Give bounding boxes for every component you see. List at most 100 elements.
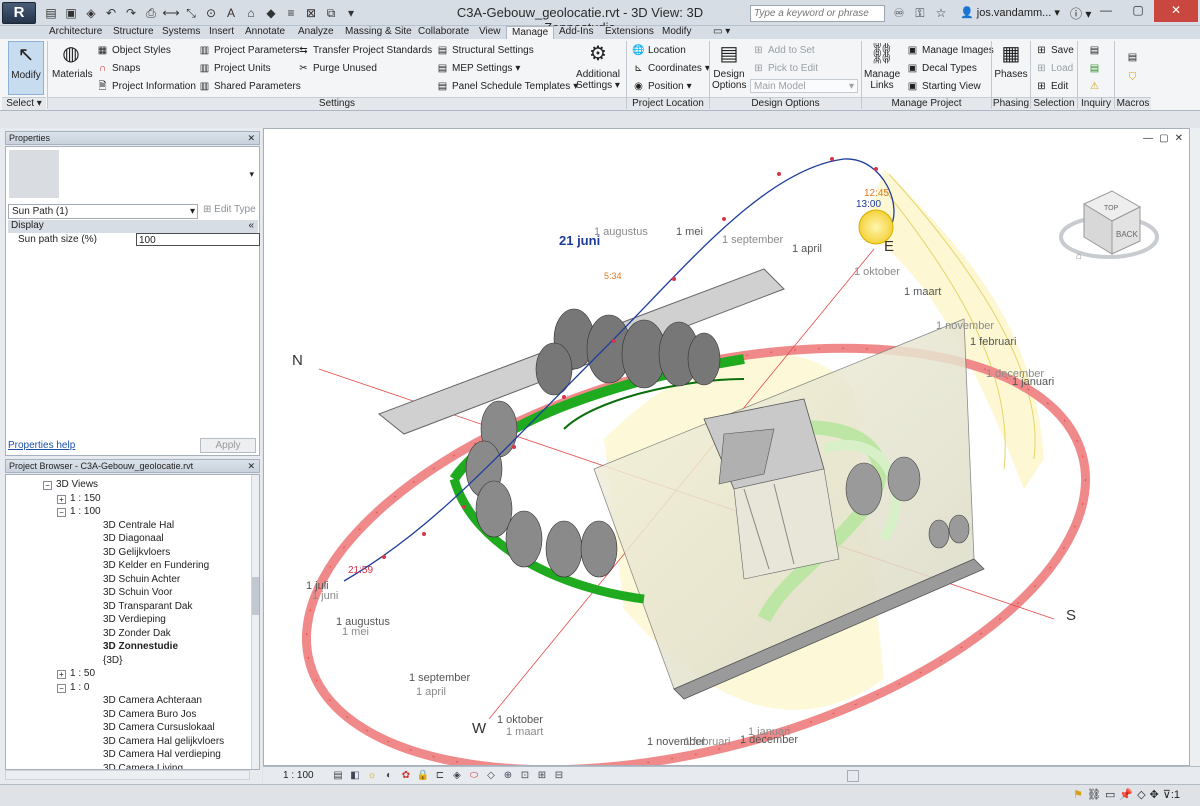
browser-tree-item[interactable]: 3D Views (56, 479, 98, 491)
project-information-button[interactable]: 🗎 Project Information (96, 80, 195, 93)
warnings-icon[interactable]: ▤ (1088, 62, 1101, 75)
chevron-down-icon[interactable]: ▾ (249, 169, 254, 180)
shadows-icon[interactable]: ◐ (382, 769, 396, 783)
analytical-model-icon[interactable]: ⊕ (501, 769, 515, 783)
measure-icon[interactable]: ⟷ (162, 4, 180, 22)
sun-path-size-input[interactable]: 100 (136, 233, 260, 246)
tab-structure[interactable]: Structure (108, 26, 159, 39)
minimize-button[interactable]: — (1090, 0, 1122, 22)
filter-icon[interactable]: ⊽:1 (1163, 788, 1180, 801)
browser-tree-item[interactable]: 3D Camera Cursuslokaal (103, 722, 215, 734)
undo-icon[interactable]: ↶ (102, 4, 120, 22)
browser-tree-item[interactable]: 3D Camera Living (103, 763, 183, 770)
tab-annotate[interactable]: Annotate (240, 26, 290, 39)
properties-help-link[interactable]: Properties help (8, 440, 75, 451)
browser-tree-item[interactable]: 3D Centrale Hal (103, 520, 174, 532)
category-display[interactable]: Display « (8, 220, 258, 233)
section-icon[interactable]: ◆ (262, 4, 280, 22)
select-links-icon[interactable]: ⛓ (1087, 788, 1101, 801)
browser-tree-item[interactable]: 1 : 0 (70, 682, 89, 694)
collapse-toggle-icon[interactable]: − (43, 481, 52, 490)
phases-button[interactable]: ▦ Phases (994, 41, 1028, 80)
tab-architecture[interactable]: Architecture (44, 26, 107, 39)
close-icon[interactable]: ✕ (247, 132, 255, 144)
close-icon[interactable]: ✕ (247, 460, 255, 472)
drag-elements-icon[interactable]: ✥ (1150, 788, 1159, 801)
select-pinned-icon[interactable]: 📌 (1119, 788, 1133, 801)
redo-icon[interactable]: ↷ (122, 4, 140, 22)
user-account[interactable]: 👤 jos.vandamm... ▾ (960, 6, 1060, 19)
decal-types-button[interactable]: ▣ Decal Types (906, 62, 977, 75)
application-menu-button[interactable]: R (2, 2, 36, 24)
browser-tree-item[interactable]: 3D Kelder en Fundering (103, 560, 209, 572)
browser-tree-item[interactable]: 3D Verdieping (103, 614, 166, 626)
switch-windows-icon[interactable]: ⧉ (322, 4, 340, 22)
close-hidden-icon[interactable]: ⊠ (302, 4, 320, 22)
modify-button[interactable]: ↖ Modify (8, 41, 44, 95)
scrollbar-thumb[interactable] (252, 577, 259, 615)
view-cube[interactable]: TOP BACK ⌂ (1059, 190, 1159, 262)
viewport-close-icon[interactable]: ✕ (1175, 133, 1183, 144)
temporary-view-icon[interactable]: ◇ (484, 769, 498, 783)
text-icon[interactable]: A (222, 4, 240, 22)
detail-level-icon[interactable]: ▤ (331, 769, 345, 783)
main-model-select[interactable]: Main Model ▾ (750, 79, 858, 93)
project-parameters-button[interactable]: ▥ Project Parameters (198, 44, 300, 57)
browser-tree-item[interactable]: 3D Gelijkvloers (103, 547, 170, 559)
additional-settings-button[interactable]: ⚙ Additional Settings ▾ (576, 41, 620, 91)
tab-systems[interactable]: Systems (157, 26, 205, 39)
reveal-hidden-icon[interactable]: ⬭ (467, 769, 481, 783)
select-by-face-icon[interactable]: ◇ (1137, 788, 1145, 801)
constraints-icon[interactable]: ⊞ (535, 769, 549, 783)
browser-tree-item[interactable]: 3D Schuin Voor (103, 587, 173, 599)
ribbon-options-icon[interactable]: ▭ ▾ (708, 26, 735, 39)
macro-manager-icon[interactable]: ▤ (1126, 51, 1139, 64)
view-bar-resize-icon[interactable] (847, 770, 859, 782)
browser-tree-item[interactable]: 3D Schuin Achter (103, 574, 180, 586)
design-options-button[interactable]: ▤ Design Options (712, 41, 746, 91)
subscription-icon[interactable]: ⚿ (911, 5, 929, 22)
browser-tree-item[interactable]: 3D Zonnestudie (103, 641, 178, 653)
browser-tree-item[interactable]: 3D Camera Achteraan (103, 695, 202, 707)
render-icon[interactable]: ✿ (399, 769, 413, 783)
browser-tree-item[interactable]: 3D Transparant Dak (103, 601, 193, 613)
visual-style-icon[interactable]: ◧ (348, 769, 362, 783)
starting-view-button[interactable]: ▣ Starting View (906, 80, 981, 93)
ids-icon[interactable]: ▤ (1088, 44, 1101, 57)
more-view-icon[interactable]: ⊟ (552, 769, 566, 783)
collapse-toggle-icon[interactable]: − (57, 508, 66, 517)
materials-button[interactable]: ◍ Materials (52, 41, 93, 80)
expand-toggle-icon[interactable]: + (57, 670, 66, 679)
3d-view-icon[interactable]: ⌂ (242, 4, 260, 22)
macro-security-icon[interactable]: ⛉ (1126, 71, 1139, 84)
tab-massing-site[interactable]: Massing & Site (340, 26, 417, 39)
manage-images-button[interactable]: ▣ Manage Images (906, 44, 994, 57)
browser-tree-item[interactable]: 3D Camera Buro Jos (103, 709, 196, 721)
lock-view-icon[interactable]: 🔒 (416, 769, 430, 783)
horizontal-scrollbar[interactable] (5, 770, 250, 780)
highlight-icon[interactable]: ⊡ (518, 769, 532, 783)
edit-selection-button[interactable]: ⊞ Edit (1035, 80, 1068, 93)
help-icon[interactable]: ⓘ ▾ (1070, 5, 1091, 22)
type-selector[interactable]: Sun Path (1) ▾ (8, 204, 198, 219)
browser-tree-item[interactable]: 1 : 50 (70, 668, 95, 680)
purge-unused-button[interactable]: ✂ Purge Unused (297, 62, 377, 75)
tag-icon[interactable]: ⊙ (202, 4, 220, 22)
transfer-standards-button[interactable]: ⇆ Transfer Project Standards (297, 44, 432, 57)
hide-isolate-icon[interactable]: ◈ (450, 769, 464, 783)
browser-tree-item[interactable]: 1 : 150 (70, 493, 101, 505)
worksharing-icon[interactable]: ⚑ (1073, 788, 1083, 801)
search-binoculars-icon[interactable]: ♾ (890, 5, 908, 22)
tab-manage[interactable]: Manage (506, 26, 555, 40)
select-underlay-icon[interactable]: ▭ (1105, 788, 1115, 801)
position-button[interactable]: ◉ Position ▾ (632, 80, 691, 93)
tab-modify[interactable]: Modify (657, 26, 696, 39)
project-units-button[interactable]: ▥ Project Units (198, 62, 271, 75)
mep-settings-button[interactable]: ▤ MEP Settings ▾ (436, 62, 521, 75)
tab-view[interactable]: View (474, 26, 506, 39)
browser-tree-item[interactable]: {3D} (103, 655, 122, 667)
browser-tree-item[interactable]: 3D Camera Hal verdieping (103, 749, 221, 761)
crop-icon[interactable]: ⊏ (433, 769, 447, 783)
collapse-toggle-icon[interactable]: − (57, 683, 66, 693)
object-styles-button[interactable]: ▦ Object Styles (96, 44, 171, 57)
